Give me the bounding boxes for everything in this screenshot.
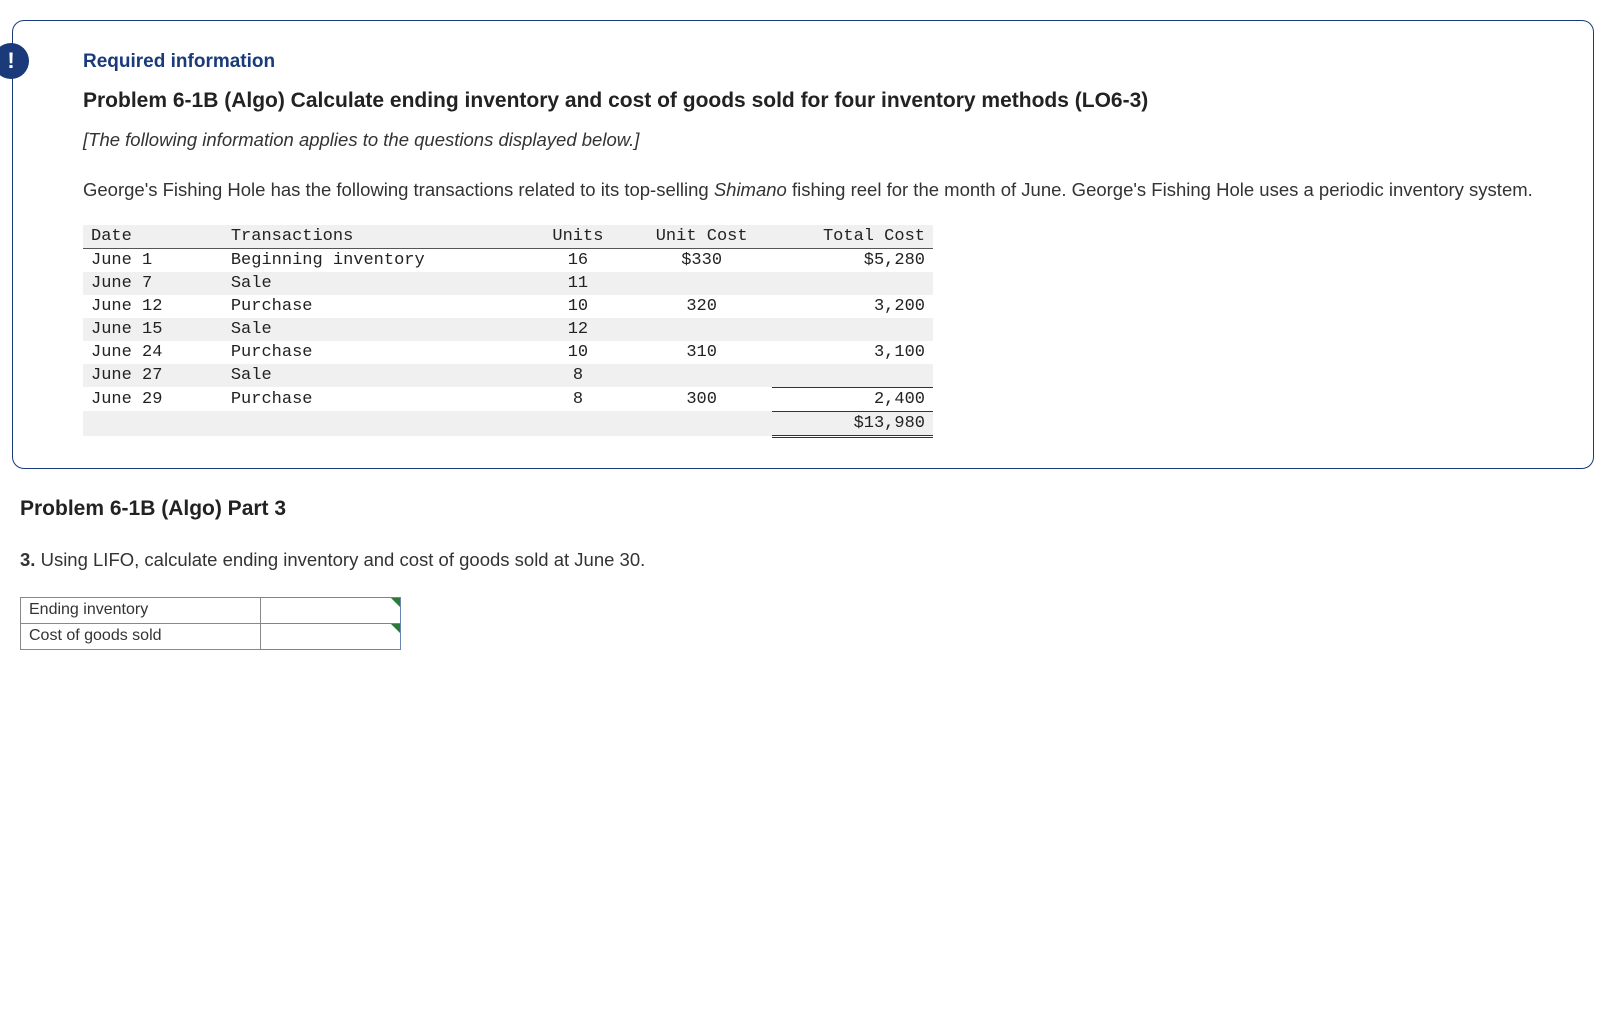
answer-row-ending-inventory: Ending inventory (21, 597, 401, 623)
cell-tx: Sale (223, 364, 524, 387)
required-info-box: ! Required information Problem 6-1B (Alg… (12, 20, 1594, 469)
cell-units: 8 (524, 387, 632, 411)
cell-tx: Purchase (223, 387, 524, 411)
table-body: June 1 Beginning inventory 16 $330 $5,28… (83, 249, 933, 437)
cell-total-cost (772, 318, 933, 341)
input-indicator-icon (391, 624, 400, 633)
table-row: June 27 Sale 8 (83, 364, 933, 387)
answer-label-cogs: Cost of goods sold (21, 623, 261, 649)
question-number: 3. (20, 549, 35, 570)
cell-unit-cost (632, 272, 772, 295)
answer-table: Ending inventory Cost of goods sold (20, 597, 401, 650)
cell-date: June 7 (83, 272, 223, 295)
cell-units: 8 (524, 364, 632, 387)
table-header-row: Date Transactions Units Unit Cost Total … (83, 225, 933, 249)
table-row: June 29 Purchase 8 300 2,400 (83, 387, 933, 411)
question-text: Using LIFO, calculate ending inventory a… (35, 549, 645, 570)
table-row: June 7 Sale 11 (83, 272, 933, 295)
cell-unit-cost (632, 364, 772, 387)
cell-date: June 1 (83, 249, 223, 273)
problem-title: Problem 6-1B (Algo) Calculate ending inv… (83, 87, 1543, 115)
table-row: June 1 Beginning inventory 16 $330 $5,28… (83, 249, 933, 273)
cell-grand-total: $13,980 (772, 411, 933, 436)
col-header-unit-cost: Unit Cost (632, 225, 772, 249)
cell-date: June 29 (83, 387, 223, 411)
scenario-text-pre: George's Fishing Hole has the following … (83, 179, 714, 200)
scenario-paragraph: George's Fishing Hole has the following … (83, 177, 1543, 203)
cell-tx: Purchase (223, 341, 524, 364)
col-header-units: Units (524, 225, 632, 249)
cell-unit-cost: 300 (632, 387, 772, 411)
cell-units: 11 (524, 272, 632, 295)
col-header-date: Date (83, 225, 223, 249)
cell-total-cost: 3,200 (772, 295, 933, 318)
scenario-text-post: fishing reel for the month of June. Geor… (787, 179, 1533, 200)
cell-units: 12 (524, 318, 632, 341)
cell-units: 16 (524, 249, 632, 273)
transactions-table: Date Transactions Units Unit Cost Total … (83, 225, 933, 438)
col-header-total-cost: Total Cost (772, 225, 933, 249)
applies-note: [The following information applies to th… (83, 129, 1543, 151)
cell-tx: Sale (223, 318, 524, 341)
cogs-input[interactable] (261, 624, 400, 649)
cell-unit-cost (632, 318, 772, 341)
cell-unit-cost: 310 (632, 341, 772, 364)
table-row: June 12 Purchase 10 320 3,200 (83, 295, 933, 318)
cell-total-cost (772, 272, 933, 295)
cell-units: 10 (524, 295, 632, 318)
cell-date: June 24 (83, 341, 223, 364)
cell-tx: Purchase (223, 295, 524, 318)
cell-total-cost (772, 364, 933, 387)
col-header-transactions: Transactions (223, 225, 524, 249)
cell-total-cost: 3,100 (772, 341, 933, 364)
cell-unit-cost: 320 (632, 295, 772, 318)
answer-cell-cogs[interactable] (261, 623, 401, 649)
table-total-row: $13,980 (83, 411, 933, 436)
cell-date: June 15 (83, 318, 223, 341)
cell-total-cost: 2,400 (772, 387, 933, 411)
part-title: Problem 6-1B (Algo) Part 3 (20, 497, 1594, 521)
table-row: June 24 Purchase 10 310 3,100 (83, 341, 933, 364)
answer-row-cogs: Cost of goods sold (21, 623, 401, 649)
required-information-heading: Required information (83, 51, 1543, 73)
answer-label-ending-inventory: Ending inventory (21, 597, 261, 623)
cell-total-cost: $5,280 (772, 249, 933, 273)
alert-icon: ! (0, 43, 29, 79)
cell-tx: Sale (223, 272, 524, 295)
cell-tx: Beginning inventory (223, 249, 524, 273)
cell-unit-cost: $330 (632, 249, 772, 273)
scenario-text-em: Shimano (714, 179, 787, 200)
cell-date: June 12 (83, 295, 223, 318)
cell-units: 10 (524, 341, 632, 364)
cell-date: June 27 (83, 364, 223, 387)
table-row: June 15 Sale 12 (83, 318, 933, 341)
question-line: 3. Using LIFO, calculate ending inventor… (20, 549, 1594, 571)
ending-inventory-input[interactable] (261, 598, 400, 623)
input-indicator-icon (391, 598, 400, 607)
answer-cell-ending-inventory[interactable] (261, 597, 401, 623)
